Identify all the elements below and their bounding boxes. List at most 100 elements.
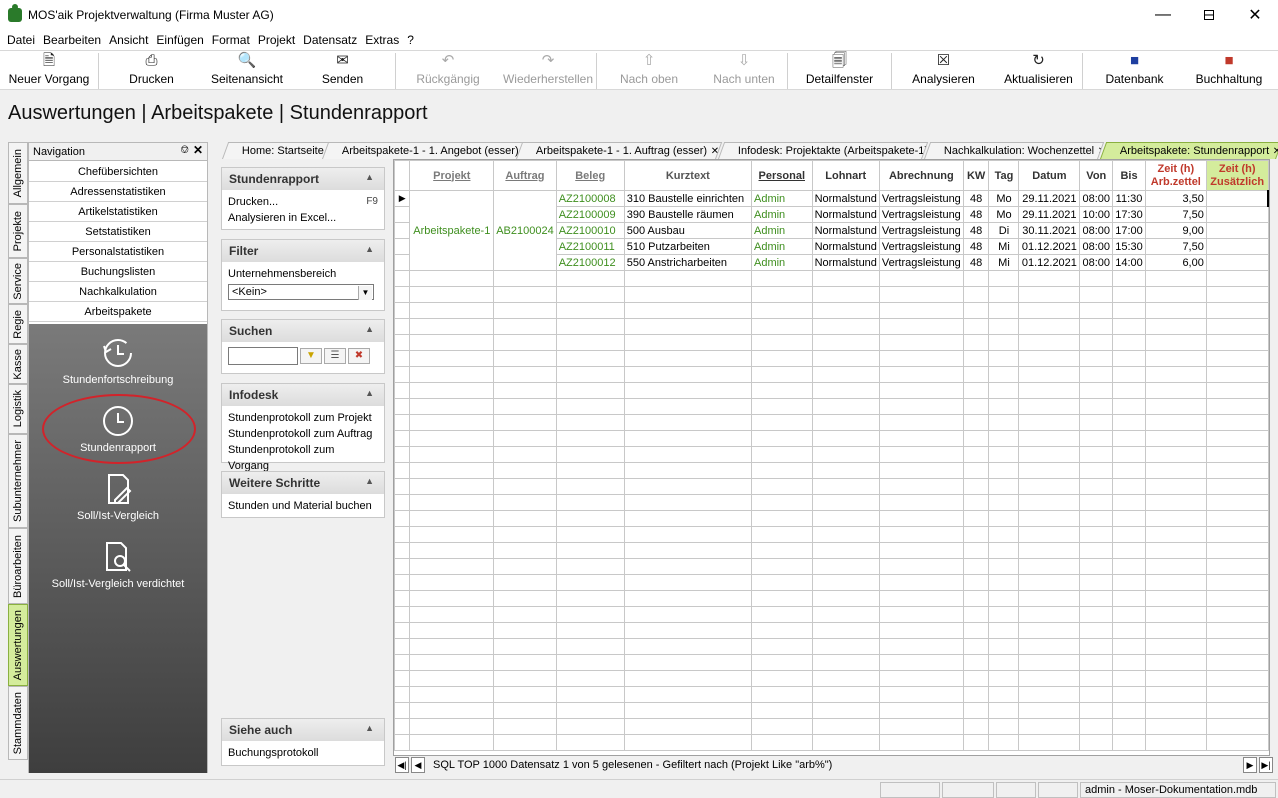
cell-bis[interactable]: 11:30	[1112, 190, 1146, 207]
header-lohnart[interactable]: Lohnart	[811, 160, 880, 191]
task-group-header[interactable]: Siehe auch ▲	[222, 719, 384, 741]
filter-apply-button[interactable]: ▼	[300, 348, 322, 364]
task-stundenprotokoll-vorgang[interactable]: Stundenprotokoll zum Vorgang	[228, 442, 378, 472]
undo-button[interactable]: ↶ Rückgängig	[396, 51, 500, 89]
cell-datum[interactable]: 29.11.2021	[1018, 190, 1081, 207]
cell-abrechnung[interactable]: Vertragsleistung	[878, 254, 964, 271]
header-personal[interactable]: Personal	[750, 160, 813, 191]
task-stundenprotokoll-projekt[interactable]: Stundenprotokoll zum Projekt	[228, 410, 378, 426]
cell-von[interactable]: 08:00	[1079, 190, 1114, 207]
cell-zeit-arbzettel[interactable]: 6,00	[1144, 254, 1207, 271]
filter-clear-button[interactable]: ✖	[348, 348, 370, 364]
cell-beleg[interactable]: AZ2100008	[555, 190, 625, 207]
cell-zeit-zusaetzlich[interactable]	[1205, 206, 1269, 223]
cell-kurztext[interactable]: 510 Putzarbeiten	[623, 238, 752, 255]
task-drucken[interactable]: Drucken... F9	[228, 194, 378, 210]
redo-button[interactable]: ↷ Wiederherstellen	[500, 51, 596, 89]
previous-record-button[interactable]: ◀	[411, 757, 425, 773]
task-buchungsprotokoll[interactable]: Buchungsprotokoll	[228, 745, 378, 761]
task-group-header[interactable]: Filter ▲	[222, 240, 384, 262]
row-selector[interactable]	[394, 238, 411, 255]
tab-infodesk-projektakte[interactable]: Infodesk: Projektakte (Arbeitspakete-1)✕	[718, 142, 929, 159]
cell-tag[interactable]: Di	[988, 222, 1020, 239]
close-icon[interactable]: ✕	[193, 143, 203, 157]
cell-beleg[interactable]: AZ2100012	[555, 254, 625, 271]
new-document-button[interactable]: 🗎 Neuer Vorgang	[0, 51, 98, 89]
cell-zeit-zusaetzlich[interactable]	[1205, 238, 1269, 255]
cell-personal[interactable]: Admin	[750, 238, 813, 255]
cell-von[interactable]: 08:00	[1079, 222, 1114, 239]
cell-bis[interactable]: 17:30	[1112, 206, 1146, 223]
task-stundenprotokoll-auftrag[interactable]: Stundenprotokoll zum Auftrag	[228, 426, 378, 442]
cell-personal[interactable]: Admin	[750, 206, 813, 223]
close-button[interactable]: ✕	[1232, 0, 1278, 30]
search-input[interactable]	[228, 347, 298, 365]
cell-kw[interactable]: 48	[962, 238, 990, 255]
header-auftrag[interactable]: Auftrag	[493, 160, 557, 191]
tab-auftrag[interactable]: Arbeitspakete-1 - 1. Auftrag (esser) ✕	[516, 142, 723, 159]
nav-item-chefuebersichten[interactable]: Chefübersichten	[29, 162, 207, 182]
header-datum[interactable]: Datum	[1018, 160, 1081, 191]
nav-soll-ist-vergleich-verdichtet[interactable]: Soll/Ist-Vergleich verdichtet	[29, 540, 207, 590]
cell-zeit-zusaetzlich[interactable]	[1205, 254, 1269, 271]
cell-abrechnung[interactable]: Vertragsleistung	[878, 238, 964, 255]
cell-lohnart[interactable]: Normalstund	[811, 238, 880, 255]
vtab-bueroarbeiten[interactable]: Büroarbeiten	[8, 528, 28, 604]
next-record-button[interactable]: ▶	[1243, 757, 1257, 773]
cell-abrechnung[interactable]: Vertragsleistung	[878, 222, 964, 239]
task-group-header[interactable]: Infodesk ▲	[222, 384, 384, 406]
cell-zeit-arbzettel[interactable]: 3,50	[1144, 190, 1207, 207]
cell-bis[interactable]: 14:00	[1112, 254, 1146, 271]
cell-von[interactable]: 10:00	[1079, 206, 1114, 223]
nav-soll-ist-vergleich[interactable]: Soll/Ist-Vergleich	[29, 472, 207, 522]
cell-kw[interactable]: 48	[962, 206, 990, 223]
database-button[interactable]: ■ Datenbank	[1083, 51, 1186, 89]
cell-kurztext[interactable]: 390 Baustelle räumen	[623, 206, 752, 223]
row-selector-icon[interactable]: ▶	[394, 190, 411, 207]
pin-icon[interactable]: ⎊	[180, 144, 189, 157]
refresh-button[interactable]: ↻ Aktualisieren	[995, 51, 1082, 89]
accounting-button[interactable]: ■ Buchhaltung	[1186, 51, 1272, 89]
vtab-logistik[interactable]: Logistik	[8, 384, 28, 434]
nav-item-artikelstatistiken[interactable]: Artikelstatistiken	[29, 202, 207, 222]
vtab-auswertungen[interactable]: Auswertungen	[8, 604, 28, 686]
row-selector[interactable]	[394, 206, 411, 223]
tab-stundenrapport[interactable]: Arbeitspakete: Stundenrapport ✕	[1100, 142, 1278, 159]
vtab-kasse[interactable]: Kasse	[8, 344, 28, 384]
task-group-header[interactable]: Weitere Schritte ▲	[222, 472, 384, 494]
cell-zeit-arbzettel[interactable]: 9,00	[1144, 222, 1207, 239]
menu-bearbeiten[interactable]: Bearbeiten	[39, 33, 105, 47]
minimize-button-2[interactable]: —	[1140, 0, 1186, 30]
filter-selection-button[interactable]: ☰	[324, 348, 346, 364]
detail-window-button[interactable]: 🗐 Detailfenster	[788, 51, 891, 89]
cell-beleg[interactable]: AZ2100010	[555, 222, 625, 239]
cell-von[interactable]: 08:00	[1079, 238, 1114, 255]
cell-lohnart[interactable]: Normalstund	[811, 206, 880, 223]
cell-personal[interactable]: Admin	[750, 190, 813, 207]
cell-von[interactable]: 08:00	[1079, 254, 1114, 271]
cell-zeit-zusaetzlich[interactable]	[1205, 222, 1269, 239]
task-analysieren-excel[interactable]: Analysieren in Excel...	[228, 210, 378, 226]
menu-einfuegen[interactable]: Einfügen	[152, 33, 207, 47]
cell-kurztext[interactable]: 310 Baustelle einrichten	[623, 190, 752, 207]
tab-nachkalkulation[interactable]: Nachkalkulation: Wochenzettel ✕	[924, 142, 1105, 159]
task-stunden-material-buchen[interactable]: Stunden und Material buchen	[228, 498, 378, 514]
cell-datum[interactable]: 29.11.2021	[1018, 206, 1081, 223]
send-button[interactable]: ✉ Senden	[290, 51, 395, 89]
print-preview-button[interactable]: 🔍 Seitenansicht	[204, 51, 290, 89]
menu-projekt[interactable]: Projekt	[254, 33, 299, 47]
row-selector[interactable]	[394, 222, 411, 239]
cell-lohnart[interactable]: Normalstund	[811, 222, 880, 239]
cell-lohnart[interactable]: Normalstund	[811, 254, 880, 271]
menu-datei[interactable]: Datei	[3, 33, 39, 47]
cell-auftrag[interactable]: AB2100024	[493, 190, 557, 271]
last-record-button[interactable]: ▶|	[1259, 757, 1273, 773]
vtab-subunternehmer[interactable]: Subunternehmer	[8, 434, 28, 528]
vtab-allgemein[interactable]: Allgemein	[8, 142, 28, 204]
move-down-button[interactable]: ⇩ Nach unten	[701, 51, 787, 89]
header-kw[interactable]: KW	[962, 160, 990, 191]
unternehmensbereich-select[interactable]: <Kein> ▼	[228, 284, 374, 300]
header-beleg[interactable]: Beleg	[555, 160, 625, 191]
cell-bis[interactable]: 17:00	[1112, 222, 1146, 239]
header-bis[interactable]: Bis	[1112, 160, 1146, 191]
